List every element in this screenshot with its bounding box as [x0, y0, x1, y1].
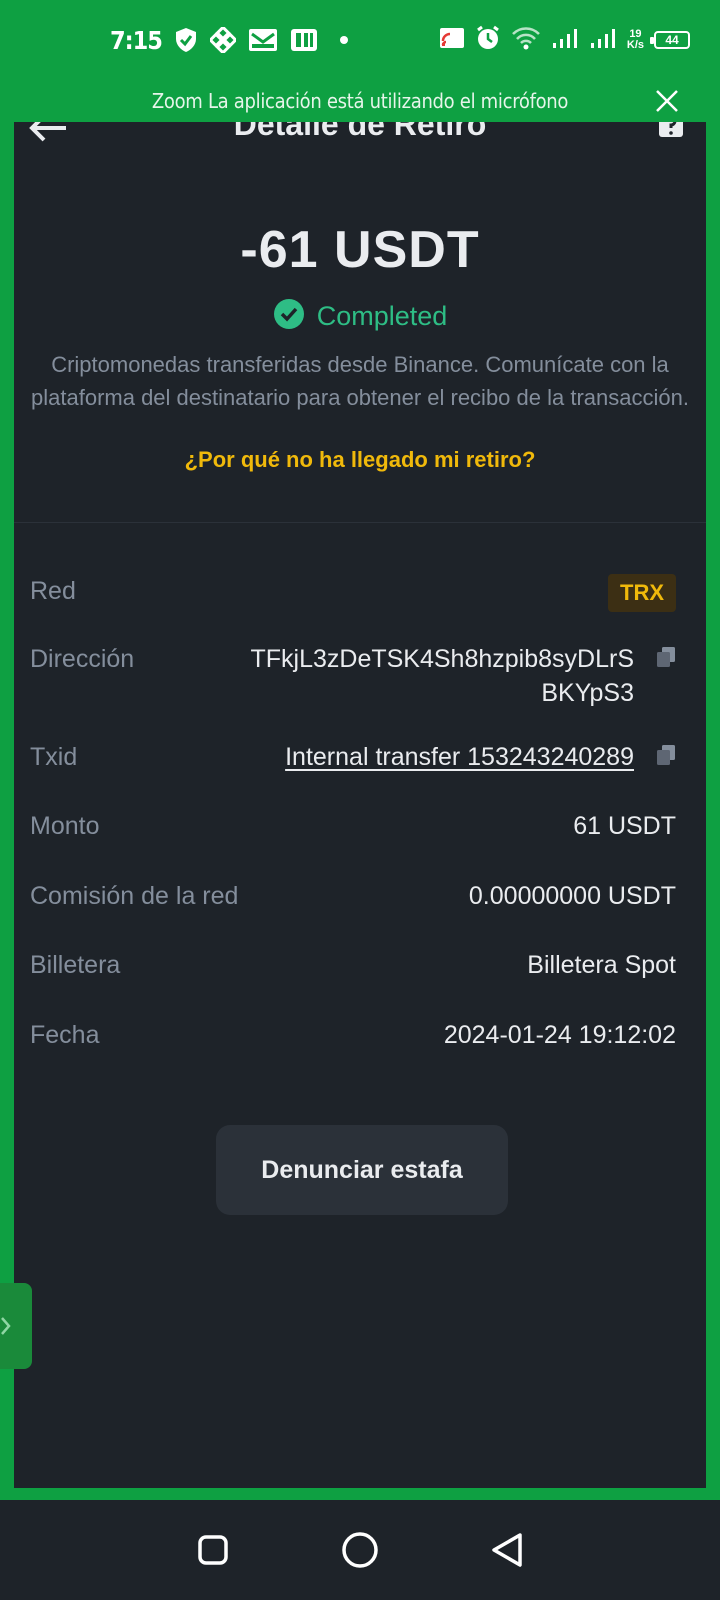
- cast-icon: [439, 27, 465, 54]
- transfer-description: Criptomonedas transferidas desde Binance…: [31, 352, 689, 410]
- network-speed: 19 K/s: [627, 29, 644, 51]
- status-bar: 7:15 19 K/s 44: [110, 20, 690, 60]
- detail-row-address: Dirección TFkjL3zDeTSK4Sh8hzpib8syDLrSBK…: [30, 642, 676, 710]
- banner-text: Zoom La aplicación está utilizando el mi…: [151, 89, 569, 113]
- report-scam-button[interactable]: Denunciar estafa: [216, 1125, 508, 1215]
- detail-row-amount: Monto 61 USDT: [30, 809, 676, 843]
- app-header: Detalle de Retiro: [14, 122, 706, 164]
- detail-row-wallet: Billetera Billetera Spot: [30, 948, 676, 982]
- check-circle-icon: [273, 298, 305, 335]
- mail-icon: [248, 28, 278, 52]
- notification-dot-icon: [339, 36, 348, 44]
- back-button[interactable]: [485, 1528, 529, 1572]
- amount-label: Monto: [30, 812, 100, 840]
- why-not-arrived-link[interactable]: ¿Por qué no ha llegado mi retiro?: [14, 447, 706, 473]
- home-button[interactable]: [338, 1528, 382, 1572]
- status-badge: Completed: [316, 301, 448, 331]
- status-time: 7:15: [110, 25, 163, 55]
- txid-link[interactable]: Internal transfer 153243240289: [285, 740, 634, 774]
- parking-app-icon: [290, 28, 318, 52]
- wifi-icon: [511, 26, 541, 55]
- address-wrap: TFkjL3zDeTSK4Sh8hzpib8syDLrSBKYpS3: [244, 642, 676, 710]
- detail-row-fee: Comisión de la red 0.00000000 USDT: [30, 879, 676, 913]
- system-top-area: 7:15 19 K/s 44 Zoom La aplicación está u…: [0, 0, 720, 122]
- page-title: Detalle de Retiro: [233, 122, 487, 142]
- txid-label: Txid: [30, 743, 78, 771]
- mic-in-use-banner[interactable]: Zoom La aplicación está utilizando el mi…: [0, 84, 720, 118]
- system-navigation-bar: [0, 1500, 720, 1600]
- detail-row-txid: Txid Internal transfer 153243240289: [30, 740, 676, 774]
- alarm-icon: [475, 25, 501, 56]
- battery-icon: 44: [650, 31, 690, 49]
- network-chip: TRX: [608, 574, 676, 612]
- wallet-label: Billetera: [30, 951, 121, 979]
- signal-sim2-icon: [589, 27, 617, 54]
- amount-value: 61 USDT: [573, 812, 676, 840]
- withdrawal-detail-screen: Detalle de Retiro -61 USDT Completed Cri…: [14, 122, 706, 1488]
- chevron-right-icon: [1, 1317, 11, 1335]
- binance-icon: [209, 27, 236, 53]
- signal-sim1-icon: [551, 27, 579, 54]
- shield-icon: [174, 27, 198, 53]
- detail-row-date: Fecha 2024-01-24 19:12:02: [30, 1018, 676, 1052]
- copy-address-icon[interactable]: [656, 646, 676, 668]
- close-icon[interactable]: [652, 86, 682, 116]
- fee-label: Comisión de la red: [30, 882, 239, 910]
- withdrawal-amount: -61 USDT: [240, 221, 480, 279]
- date-value: 2024-01-24 19:12:02: [443, 1021, 676, 1049]
- detail-row-network: Red TRX: [30, 574, 676, 612]
- network-speed-unit: K/s: [626, 39, 644, 51]
- side-panel-handle[interactable]: [0, 1283, 32, 1369]
- status-row: Completed: [14, 298, 706, 335]
- date-label: Fecha: [30, 1021, 100, 1049]
- copy-txid-icon[interactable]: [656, 744, 676, 766]
- address-label: Dirección: [30, 645, 135, 673]
- recents-button[interactable]: [191, 1528, 235, 1572]
- address-value: TFkjL3zDeTSK4Sh8hzpib8syDLrSBKYpS3: [250, 645, 635, 707]
- txid-wrap: Internal transfer 153243240289: [285, 740, 676, 774]
- divider: [14, 522, 706, 523]
- fee-value: 0.00000000 USDT: [468, 882, 676, 910]
- support-icon[interactable]: [656, 122, 686, 140]
- app-frame: Detalle de Retiro -61 USDT Completed Cri…: [0, 122, 720, 1500]
- wallet-value: Billetera Spot: [527, 951, 676, 979]
- network-label: Red: [30, 577, 76, 605]
